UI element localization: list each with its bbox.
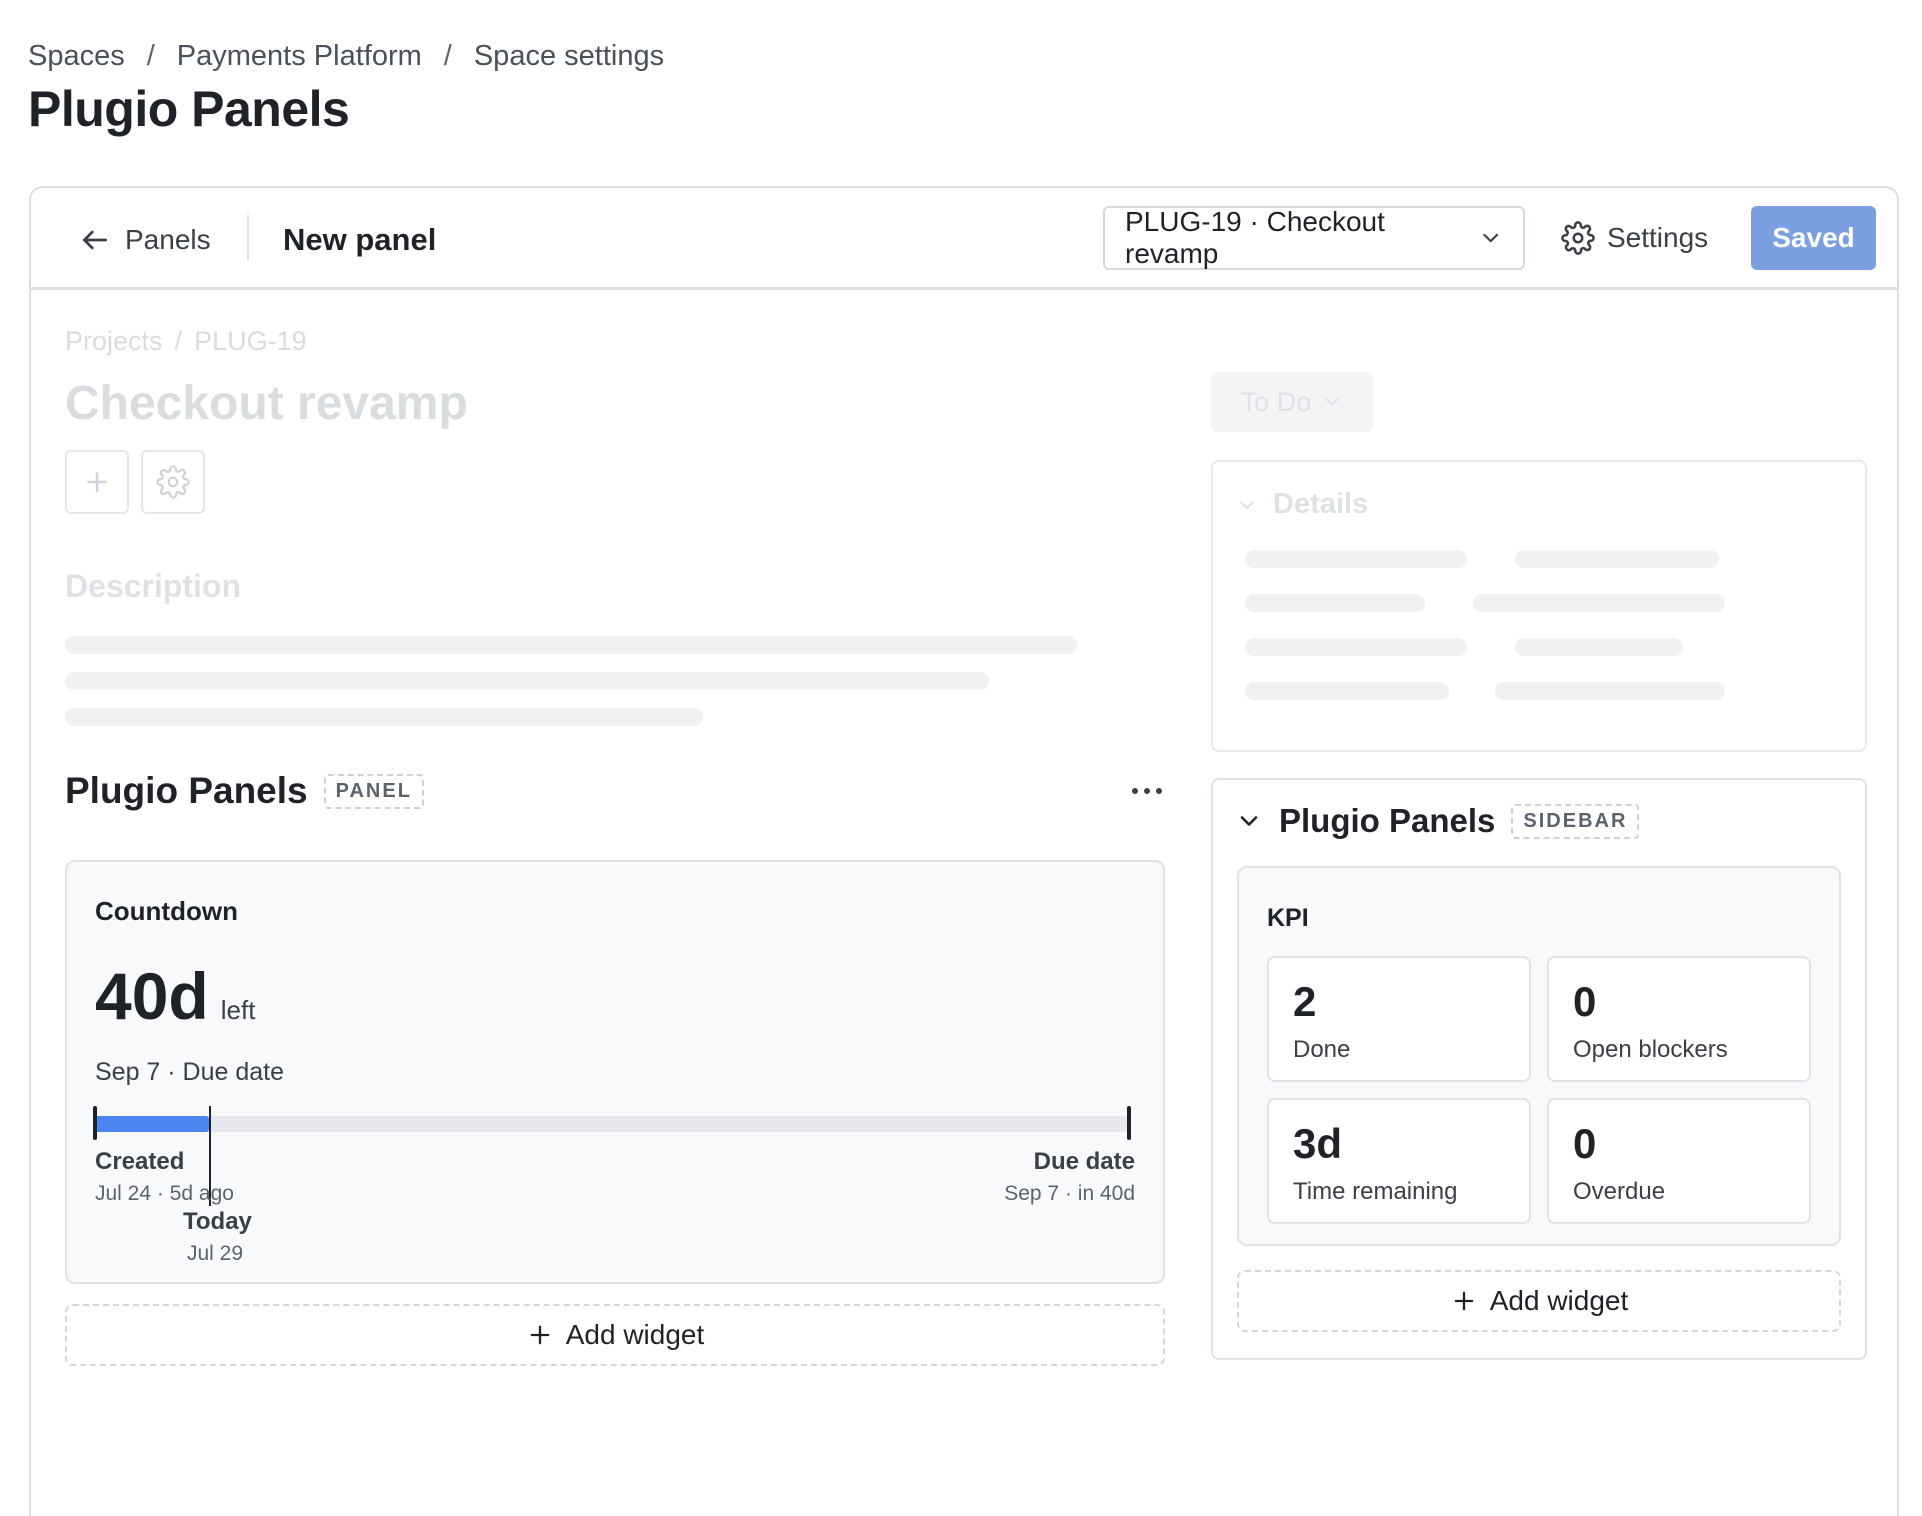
today-sublabel: Jul 29 <box>187 1242 244 1265</box>
chevron-down-icon <box>1482 233 1498 243</box>
breadcrumb-space-settings[interactable]: Space settings <box>474 40 664 73</box>
details-skeleton-line <box>1515 638 1683 656</box>
issue-status-select: To Do <box>1211 372 1373 432</box>
more-dot <box>1144 788 1150 794</box>
gear-icon <box>1561 221 1595 255</box>
editor-toolbar: Panels New panel PLUG-19 · Checkout reva… <box>31 188 1897 290</box>
kpi-title: KPI <box>1267 904 1309 932</box>
page-title: Plugio Panels <box>28 81 350 137</box>
details-skeleton-line <box>1245 638 1467 656</box>
panel-section-header: Plugio Panels PANEL <box>65 770 424 812</box>
panel-editor-frame: Panels New panel PLUG-19 · Checkout reva… <box>29 186 1899 1516</box>
issue-title: Checkout revamp <box>65 377 468 430</box>
panel-name[interactable]: New panel <box>283 218 436 262</box>
countdown-widget[interactable]: Countdown 40d left Sep 7 · Due date Crea… <box>65 860 1165 1284</box>
arrow-left-icon <box>83 230 107 250</box>
breadcrumb: Spaces / Payments Platform / Space setti… <box>28 40 664 73</box>
description-skeleton-line <box>65 708 703 726</box>
breadcrumb-separator: / <box>443 40 452 72</box>
kpi-label: Done <box>1293 1036 1351 1063</box>
details-header: Details <box>1235 488 1368 521</box>
plus-icon <box>87 472 107 492</box>
kpi-tile-open-blockers: 0 Open blockers <box>1547 956 1811 1082</box>
kpi-value: 0 <box>1573 1120 1597 1167</box>
back-to-panels-button[interactable]: Panels <box>79 218 211 262</box>
countdown-progress-fill <box>95 1116 209 1132</box>
settings-label: Settings <box>1607 222 1709 253</box>
panel-more-menu-button[interactable] <box>1123 776 1171 806</box>
chevron-down-icon <box>1240 816 1258 826</box>
back-label: Panels <box>125 224 211 255</box>
breadcrumb-separator: / <box>146 40 155 72</box>
countdown-due-subtitle: Sep 7 · Due date <box>95 1058 285 1086</box>
description-heading: Description <box>65 568 242 604</box>
issue-select[interactable]: PLUG-19 · Checkout revamp <box>1103 206 1525 270</box>
settings-button[interactable]: Settings <box>1561 206 1708 270</box>
breadcrumb-payments-platform[interactable]: Payments Platform <box>177 40 422 73</box>
issue-add-button <box>65 450 129 514</box>
issue-breadcrumb: Projects / PLUG-19 <box>65 326 307 357</box>
created-marker <box>93 1106 97 1140</box>
sidebar-location-tag: SIDEBAR <box>1511 803 1640 839</box>
chevron-down-icon <box>1240 500 1254 509</box>
kpi-label: Overdue <box>1573 1178 1666 1205</box>
sidebar-section-header[interactable]: Plugio Panels SIDEBAR <box>1235 802 1640 840</box>
more-dot <box>1132 788 1138 794</box>
countdown-value: 40d <box>95 959 209 1033</box>
details-skeleton-line <box>1473 594 1725 612</box>
kpi-tile-time-remaining: 3d Time remaining <box>1267 1098 1531 1224</box>
add-widget-label: Add widget <box>1489 1285 1629 1316</box>
add-widget-label: Add widget <box>565 1319 705 1350</box>
created-sublabel: Jul 24 · 5d ago <box>95 1182 234 1205</box>
breadcrumb-spaces[interactable]: Spaces <box>28 40 125 73</box>
plus-icon <box>1454 1291 1474 1311</box>
sidebar-add-widget-button[interactable]: Add widget <box>1237 1270 1841 1332</box>
due-date-sublabel: Sep 7 · in 40d <box>1004 1182 1135 1205</box>
panel-location-tag: PANEL <box>323 773 424 809</box>
issue-settings-button <box>141 450 205 514</box>
details-skeleton-line <box>1515 550 1719 568</box>
kpi-value: 0 <box>1573 978 1597 1025</box>
details-skeleton-line <box>1245 550 1467 568</box>
issue-status-value: To Do <box>1240 386 1312 417</box>
countdown-unit: left <box>220 995 256 1025</box>
created-label: Created <box>95 1148 185 1175</box>
details-heading: Details <box>1273 488 1369 520</box>
details-skeleton-line <box>1245 594 1425 612</box>
issue-crumb-key: PLUG-19 <box>194 326 307 356</box>
chevron-down-icon <box>1325 398 1339 407</box>
kpi-value: 3d <box>1293 1120 1343 1167</box>
kpi-tile-done: 2 Done <box>1267 956 1531 1082</box>
kpi-widget[interactable]: KPI 2 Done 0 Open blockers 3d Time remai… <box>1237 866 1841 1246</box>
toolbar-divider <box>247 215 249 261</box>
plus-icon <box>530 1325 550 1345</box>
issue-crumb-projects: Projects <box>65 326 163 356</box>
description-skeleton-line <box>65 636 1077 654</box>
issue-crumb-separator: / <box>174 326 183 356</box>
description-skeleton-line <box>65 672 989 690</box>
countdown-title: Countdown <box>95 896 238 926</box>
more-dot <box>1156 788 1162 794</box>
due-date-marker <box>1127 1106 1131 1140</box>
gear-icon <box>156 465 190 499</box>
details-skeleton-line <box>1245 682 1449 700</box>
today-label: Today <box>183 1208 252 1235</box>
sidebar-panel-card: Plugio Panels SIDEBAR KPI 2 Done 0 Open … <box>1211 778 1867 1360</box>
countdown-progress-track <box>95 1116 1129 1132</box>
due-date-label: Due date <box>1033 1148 1135 1175</box>
details-card: Details <box>1211 460 1867 752</box>
panel-section-title: Plugio Panels <box>65 770 308 811</box>
issue-select-value: PLUG-19 · Checkout revamp <box>1125 206 1385 269</box>
panel-add-widget-button[interactable]: Add widget <box>65 1304 1165 1366</box>
saved-button[interactable]: Saved <box>1751 206 1876 270</box>
sidebar-section-title: Plugio Panels <box>1279 802 1496 839</box>
kpi-label: Open blockers <box>1573 1036 1728 1063</box>
countdown-value-group: 40d left <box>95 958 255 1034</box>
kpi-label: Time remaining <box>1293 1178 1458 1205</box>
details-skeleton-line <box>1495 682 1725 700</box>
kpi-value: 2 <box>1293 978 1317 1025</box>
kpi-tile-overdue: 0 Overdue <box>1547 1098 1811 1224</box>
